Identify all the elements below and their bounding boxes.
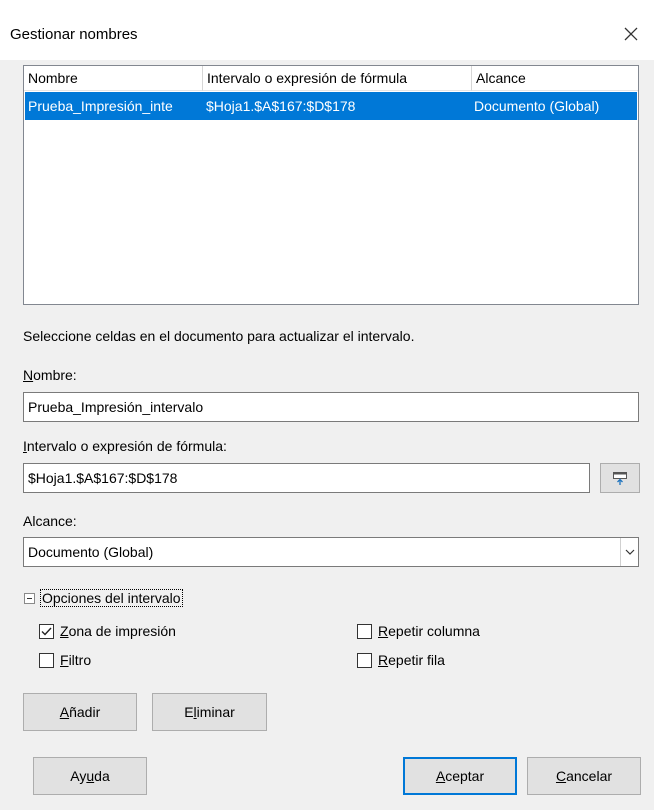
print-area-accel: Z (60, 623, 69, 639)
delete-text: iminar (196, 704, 235, 720)
name-label-text: ombre: (33, 367, 77, 383)
repeat-row-text: epetir fila (388, 652, 445, 668)
help-accel: u (86, 768, 95, 784)
repeat-row-accel: R (378, 652, 389, 668)
range-options-label: Opciones del intervalo (42, 590, 181, 606)
delete-text-pre: E (184, 704, 194, 720)
collapse-icon[interactable] (24, 593, 35, 604)
filter-accel: F (60, 652, 69, 668)
scope-label: Alcance: (23, 513, 77, 529)
range-options-expander[interactable]: Opciones del intervalo (40, 589, 183, 607)
dialog-title: Gestionar nombres (10, 26, 138, 43)
repeat-column-label[interactable]: Repetir columna (378, 623, 480, 639)
filter-checkbox[interactable] (39, 653, 54, 668)
repeat-row-checkbox[interactable] (357, 653, 372, 668)
cancel-text: ancelar (566, 768, 613, 784)
close-icon (624, 27, 638, 41)
list-row-selected[interactable]: Prueba_Impresión_inte $Hoja1.$A$167:$D$1… (25, 92, 637, 120)
delete-button[interactable]: El iminar (152, 693, 267, 731)
scope-dropdown-value: Documento (Global) (28, 544, 154, 560)
cancel-accel: C (555, 768, 567, 784)
hint-text: Seleccione celdas en el documento para a… (23, 328, 415, 344)
named-ranges-list[interactable]: Nombre Intervalo o expresión de fórmula … (23, 65, 639, 305)
add-accel: A (59, 704, 70, 720)
chevron-down-icon[interactable] (620, 538, 638, 566)
add-text: ñadir (69, 704, 101, 720)
ok-accel: A (435, 768, 446, 784)
print-area-checkbox[interactable] (39, 624, 54, 639)
title-bar: Gestionar nombres (0, 0, 654, 60)
column-header-name[interactable]: Nombre (24, 66, 203, 91)
row-name-cell: Prueba_Impresión_inte (28, 98, 173, 114)
row-scope-cell: Documento (Global) (474, 98, 600, 114)
name-input[interactable]: Prueba_Impresión_intervalo (23, 392, 639, 422)
close-button[interactable] (608, 14, 654, 54)
name-label: Nombre: (23, 367, 77, 383)
repeat-column-checkbox[interactable] (357, 624, 372, 639)
name-label-accel: N (23, 367, 34, 383)
add-button[interactable]: Añadir (23, 693, 137, 731)
ok-button[interactable]: Aceptar (403, 757, 517, 795)
scope-dropdown[interactable]: Documento (Global) (23, 537, 639, 567)
help-text-pre: Ay (70, 768, 87, 784)
range-input[interactable]: $Hoja1.$A$167:$D$178 (23, 463, 590, 493)
cancel-button[interactable]: Cancelar (527, 757, 641, 795)
help-text: da (94, 768, 110, 784)
shrink-icon (613, 472, 627, 485)
list-header: Nombre Intervalo o expresión de fórmula … (24, 66, 638, 91)
repeat-column-accel: R (378, 623, 389, 639)
range-label-text: ntervalo o expresión de fórmula: (26, 438, 227, 454)
dialog-body: Nombre Intervalo o expresión de fórmula … (0, 60, 654, 810)
print-area-label[interactable]: Zona de impresión (60, 623, 176, 639)
filter-text: iltro (68, 652, 92, 668)
help-button[interactable]: Ay u da (33, 757, 147, 795)
print-area-text: ona de impresión (68, 623, 176, 639)
shrink-dialog-button[interactable] (600, 463, 640, 493)
repeat-column-text: epetir columna (388, 623, 480, 639)
column-header-scope[interactable]: Alcance (472, 66, 638, 91)
repeat-row-label[interactable]: Repetir fila (378, 652, 445, 668)
row-range-cell: $Hoja1.$A$167:$D$178 (206, 98, 356, 114)
range-label: Intervalo o expresión de fórmula: (23, 438, 227, 454)
checkmark-icon (41, 627, 52, 636)
ok-text: ceptar (445, 768, 485, 784)
filter-label[interactable]: Filtro (60, 652, 91, 668)
column-header-range[interactable]: Intervalo o expresión de fórmula (203, 66, 472, 91)
